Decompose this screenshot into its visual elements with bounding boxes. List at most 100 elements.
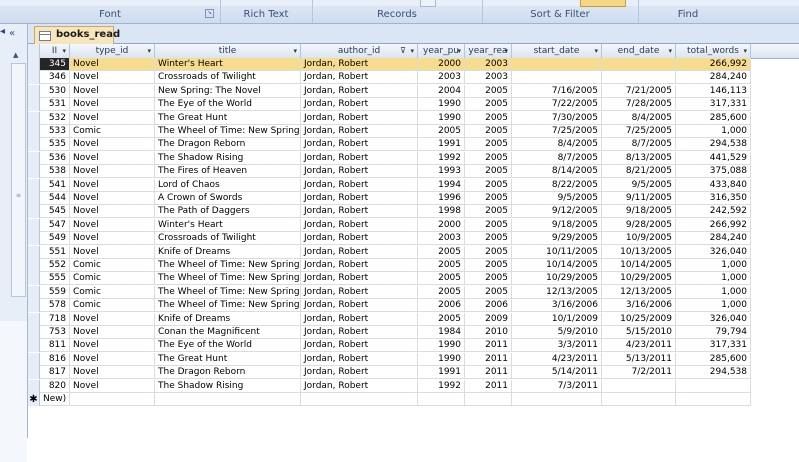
cell-start-date[interactable]: [512, 58, 602, 71]
cell-end-date[interactable]: [602, 58, 676, 71]
cell-total-words[interactable]: 1,000: [676, 125, 751, 138]
cell-title[interactable]: Lord of Chaos: [155, 178, 301, 192]
cell-type-id[interactable]: Novel: [70, 71, 155, 85]
cell-total-words[interactable]: [676, 379, 751, 393]
new-record-cell[interactable]: [155, 393, 301, 406]
cell-year-pu[interactable]: 2003: [418, 232, 465, 246]
table-row[interactable]: 531 Novel The Eye of the World Jordan, Robe…: [28, 98, 799, 112]
cell-year-rea[interactable]: 2011: [465, 352, 512, 366]
table-row[interactable]: 544 Novel A Crown of Swords Jordan, Robert 1…: [28, 192, 799, 205]
cell-start-date[interactable]: 9/12/2005: [512, 205, 602, 219]
cell-title[interactable]: The Wheel of Time: New Spring #2: [155, 259, 301, 272]
new-record-cell[interactable]: [512, 393, 602, 406]
table-row[interactable]: 535 Novel The Dragon Reborn Jordan, Robert 1…: [28, 138, 799, 152]
cell-ID[interactable]: 533: [40, 125, 70, 138]
scrollbar-grip-icon[interactable]: ≡: [16, 193, 21, 199]
new-record-cell[interactable]: [70, 393, 155, 406]
cell-year-rea[interactable]: 2005: [465, 98, 512, 112]
cell-year-pu[interactable]: 1993: [418, 165, 465, 179]
dropdown-arrow-icon[interactable]: ▾: [62, 44, 66, 58]
cell-year-pu[interactable]: 1990: [418, 111, 465, 125]
cell-year-pu[interactable]: 2005: [418, 125, 465, 138]
cell-start-date[interactable]: 10/1/2009: [512, 312, 602, 326]
cell-year-pu[interactable]: 1990: [418, 339, 465, 353]
cell-total-words[interactable]: 266,992: [676, 58, 751, 71]
cell-ID[interactable]: 549: [40, 232, 70, 246]
cell-start-date[interactable]: 7/30/2005: [512, 111, 602, 125]
cell-type-id[interactable]: Comic: [70, 125, 155, 138]
cell-ID[interactable]: 545: [40, 205, 70, 219]
record-selector[interactable]: [28, 285, 40, 299]
cell-total-words[interactable]: 284,240: [676, 232, 751, 246]
cell-title[interactable]: Conan the Magnificent: [155, 326, 301, 339]
cell-ID[interactable]: 552: [40, 259, 70, 272]
cell-author-id[interactable]: Jordan, Robert: [301, 352, 418, 366]
cell-year-rea[interactable]: 2005: [465, 192, 512, 205]
cell-total-words[interactable]: 242,592: [676, 205, 751, 219]
cell-ID[interactable]: 816: [40, 352, 70, 366]
scroll-up-icon[interactable]: ▲: [13, 51, 18, 59]
cell-title[interactable]: The Shadow Rising: [155, 151, 301, 165]
cell-start-date[interactable]: 10/11/2005: [512, 245, 602, 259]
cell-ID[interactable]: 532: [40, 111, 70, 125]
table-row[interactable]: 533 Comic The Wheel of Time: New Spring #1…: [28, 125, 799, 138]
record-selector[interactable]: [28, 299, 40, 313]
cell-year-pu[interactable]: 2000: [418, 58, 465, 71]
table-row[interactable]: 578 Comic The Wheel of Time: New Spring #5…: [28, 299, 799, 313]
cell-year-rea[interactable]: 2011: [465, 366, 512, 380]
cell-ID[interactable]: 346: [40, 71, 70, 85]
cell-year-rea[interactable]: 2003: [465, 58, 512, 71]
cell-author-id[interactable]: Jordan, Robert: [301, 272, 418, 286]
cell-type-id[interactable]: Novel: [70, 178, 155, 192]
cell-ID[interactable]: 547: [40, 218, 70, 232]
cell-type-id[interactable]: Novel: [70, 352, 155, 366]
cell-year-pu[interactable]: 2005: [418, 285, 465, 299]
cell-end-date[interactable]: 7/25/2005: [602, 125, 676, 138]
new-record-cell[interactable]: [602, 393, 676, 406]
cell-total-words[interactable]: 1,000: [676, 272, 751, 286]
cell-total-words[interactable]: 79,794: [676, 326, 751, 339]
cell-start-date[interactable]: 10/14/2005: [512, 259, 602, 272]
cell-year-rea[interactable]: 2005: [465, 259, 512, 272]
cell-end-date[interactable]: 8/21/2005: [602, 165, 676, 179]
cell-end-date[interactable]: 3/16/2006: [602, 299, 676, 313]
table-row[interactable]: 820 Novel The Shadow Rising Jordan, Robert 1…: [28, 379, 799, 393]
cell-author-id[interactable]: Jordan, Robert: [301, 339, 418, 353]
cell-ID[interactable]: 544: [40, 192, 70, 205]
cell-end-date[interactable]: 10/29/2005: [602, 272, 676, 286]
cell-year-pu[interactable]: 2005: [418, 272, 465, 286]
cell-end-date[interactable]: 10/13/2005: [602, 245, 676, 259]
cell-end-date[interactable]: 5/15/2010: [602, 326, 676, 339]
table-row[interactable]: 817 Novel The Dragon Reborn Jordan, Robert 1…: [28, 366, 799, 380]
cell-title[interactable]: The Path of Daggers: [155, 205, 301, 219]
cell-year-pu[interactable]: 2006: [418, 299, 465, 313]
record-selector[interactable]: [28, 312, 40, 326]
cell-total-words[interactable]: 433,840: [676, 178, 751, 192]
cell-total-words[interactable]: 1,000: [676, 285, 751, 299]
cell-start-date[interactable]: 8/14/2005: [512, 165, 602, 179]
cell-author-id[interactable]: Jordan, Robert: [301, 245, 418, 259]
cell-total-words[interactable]: 285,600: [676, 352, 751, 366]
cell-author-id[interactable]: Jordan, Robert: [301, 379, 418, 393]
cell-year-pu[interactable]: 1991: [418, 366, 465, 380]
record-selector[interactable]: [28, 58, 40, 71]
cell-ID[interactable]: 531: [40, 98, 70, 112]
cell-year-rea[interactable]: 2006: [465, 299, 512, 313]
column-header-author-id[interactable]: author_id ⊽ ▾: [301, 44, 418, 58]
cell-title[interactable]: The Great Hunt: [155, 352, 301, 366]
cell-year-pu[interactable]: 1998: [418, 205, 465, 219]
cell-year-rea[interactable]: 2005: [465, 125, 512, 138]
cell-end-date[interactable]: 7/21/2005: [602, 84, 676, 98]
cell-year-pu[interactable]: 1992: [418, 379, 465, 393]
dropdown-arrow-icon[interactable]: ▾: [147, 44, 151, 58]
cell-title[interactable]: The Dragon Reborn: [155, 366, 301, 380]
record-selector[interactable]: [28, 259, 40, 272]
cell-start-date[interactable]: 4/23/2011: [512, 352, 602, 366]
cell-start-date[interactable]: 9/29/2005: [512, 232, 602, 246]
cell-end-date[interactable]: 9/5/2005: [602, 178, 676, 192]
cell-year-pu[interactable]: 1984: [418, 326, 465, 339]
cell-end-date[interactable]: 9/18/2005: [602, 205, 676, 219]
table-row[interactable]: 811 Novel The Eye of the World Jordan, Robe…: [28, 339, 799, 353]
cell-type-id[interactable]: Novel: [70, 151, 155, 165]
table-row[interactable]: 816 Novel The Great Hunt Jordan, Robert 1990…: [28, 352, 799, 366]
